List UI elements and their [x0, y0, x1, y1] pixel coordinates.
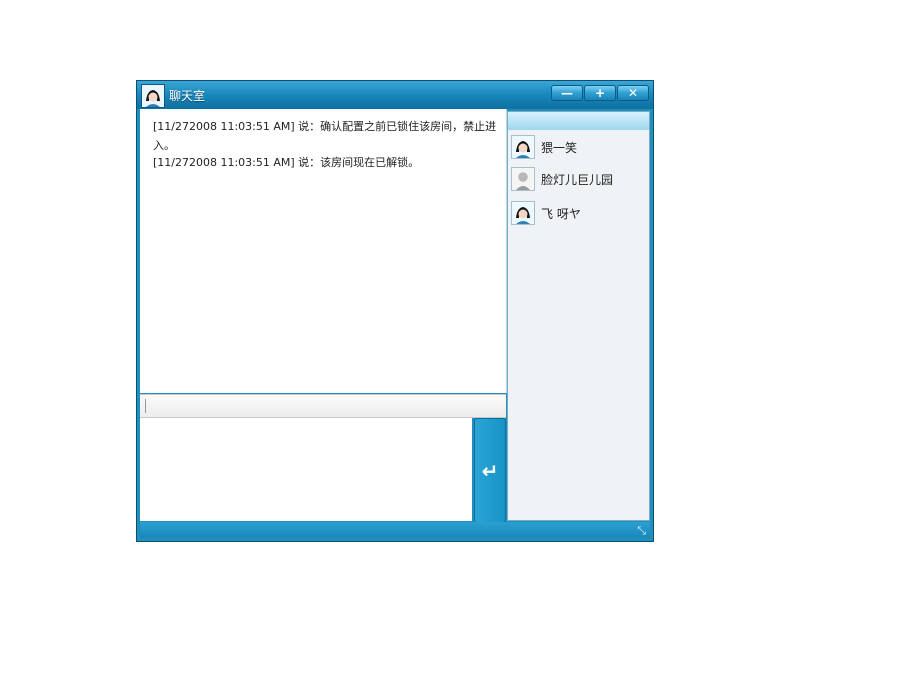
resize-icon[interactable]: ⤡ [637, 524, 646, 538]
toolbar-grip [145, 399, 146, 413]
maximize-button[interactable]: + [584, 85, 616, 101]
send-button[interactable]: ↵ [474, 418, 506, 523]
close-button[interactable]: ✕ [617, 85, 649, 101]
window-title: 聊天室 [169, 89, 206, 103]
chat-message: [11/272008 11:03:51 AM] 说：确认配置之前已锁住该房间，禁… [153, 120, 497, 152]
chat-message: [11/272008 11:03:51 AM] 说：该房间现在已解锁。 [153, 156, 420, 169]
user-name: 猥一笑 [541, 141, 578, 155]
chat-log[interactable]: [11/272008 11:03:51 AM] 说：确认配置之前已锁住该房间，禁… [140, 109, 507, 393]
minimize-button[interactable]: — [551, 85, 583, 101]
status-bar: ⤡ [140, 522, 650, 538]
user-list[interactable]: 猥一笑 脸灯儿巨儿园 飞 呀ヤ [507, 111, 650, 521]
user-list-item[interactable]: 猥一笑 [511, 135, 647, 161]
female-avatar-icon [511, 201, 535, 225]
user-name: 脸灯儿巨儿园 [541, 173, 614, 187]
gray-avatar-icon [511, 167, 535, 191]
message-input[interactable] [140, 418, 472, 521]
title-bar[interactable]: 聊天室 — + ✕ [137, 81, 653, 109]
female-avatar-icon [511, 135, 535, 159]
user-list-item[interactable]: 飞 呀ヤ [511, 201, 647, 227]
user-list-item[interactable]: 脸灯儿巨儿园 [511, 167, 647, 193]
chat-window: 聊天室 — + ✕ [11/272008 11:03:51 AM] 说：确认配置… [137, 81, 653, 541]
user-list-header [508, 112, 649, 130]
input-toolbar [140, 394, 506, 418]
user-avatar-icon [141, 84, 165, 108]
user-name: 飞 呀ヤ [541, 207, 581, 221]
